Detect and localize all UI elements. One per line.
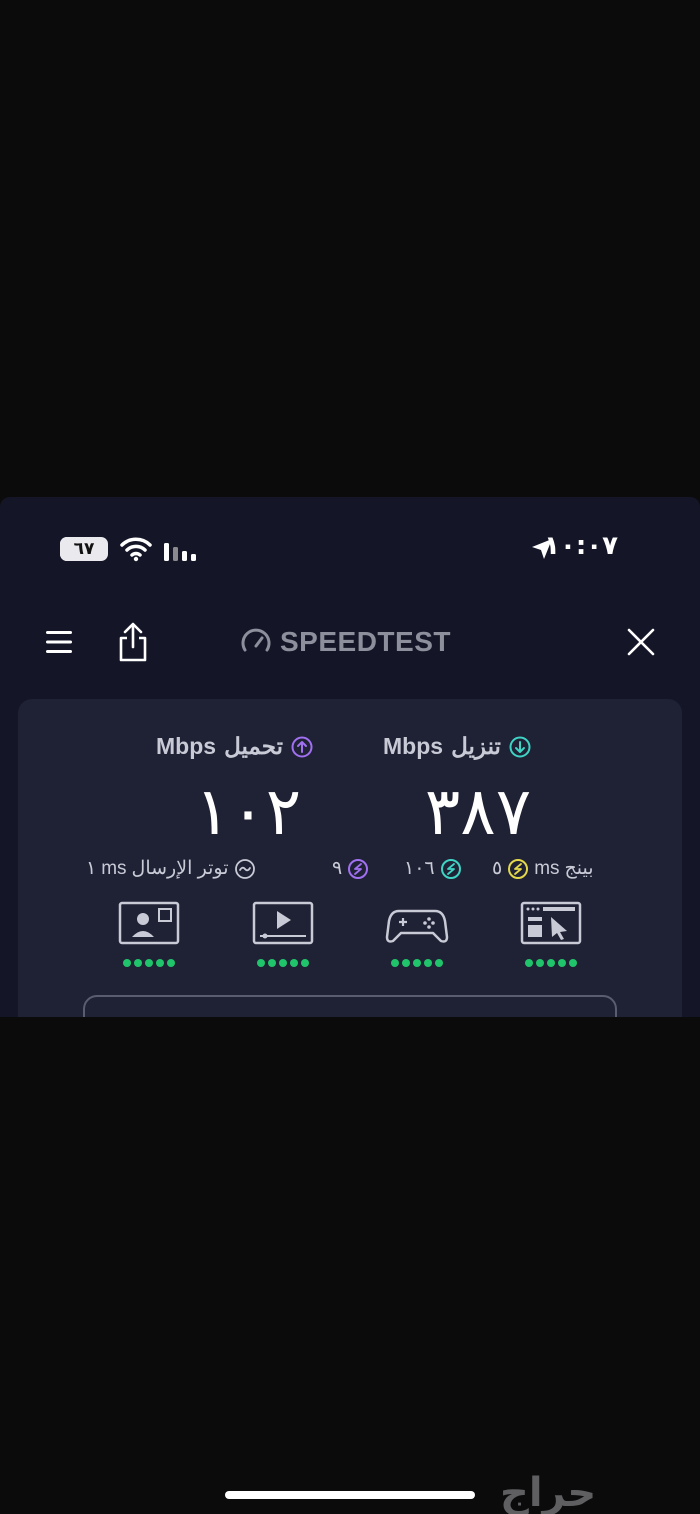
ping-upload-metric: ٩ bbox=[332, 857, 369, 880]
ping-upload-value: ٩ bbox=[332, 858, 343, 879]
status-bar: ٦٧ ١٠:٠٧ bbox=[0, 497, 700, 597]
gaming-rating-dots bbox=[385, 959, 449, 967]
top-bar: SPEEDTEST bbox=[0, 607, 700, 677]
ping-idle-icon bbox=[508, 858, 529, 879]
jitter-value: ١ bbox=[86, 858, 97, 879]
gaming-icon bbox=[385, 909, 449, 943]
video-streaming-rating[interactable] bbox=[251, 899, 315, 967]
app-screenshot: ٦٧ ١٠:٠٧ SPEEDTEST Mbps تحميل Mbps تنزيل… bbox=[0, 497, 700, 1017]
jitter-metric: ١ ms توتر الإرسال bbox=[86, 857, 256, 880]
gaming-rating[interactable] bbox=[385, 899, 449, 967]
ping-label: بينج bbox=[564, 858, 594, 879]
close-icon[interactable] bbox=[624, 625, 658, 659]
jitter-icon bbox=[234, 858, 255, 879]
watermark-logo: حراج bbox=[500, 1470, 597, 1514]
upload-label: Mbps تحميل bbox=[156, 733, 313, 760]
video-call-icon bbox=[118, 901, 180, 945]
ping-download-metric: ١٠٦ bbox=[404, 857, 462, 880]
status-time: ١٠:٠٧ bbox=[544, 531, 618, 561]
home-indicator[interactable] bbox=[225, 1491, 475, 1499]
upload-speed-value: ١٠٢ bbox=[194, 773, 302, 850]
video-call-rating[interactable] bbox=[117, 899, 181, 967]
wifi-icon bbox=[120, 537, 152, 562]
download-label: Mbps تنزيل bbox=[383, 733, 531, 760]
download-speed-value: ٣٨٧ bbox=[424, 773, 532, 850]
menu-icon[interactable] bbox=[42, 625, 76, 659]
battery-icon: ٦٧ bbox=[60, 537, 108, 561]
battery-level: ٦٧ bbox=[73, 539, 95, 559]
web-browsing-icon bbox=[520, 901, 582, 945]
arrow-down-circle-icon bbox=[509, 736, 531, 757]
jitter-unit: ms bbox=[101, 857, 127, 879]
share-icon[interactable] bbox=[116, 621, 150, 663]
upload-label-text: تحميل bbox=[224, 733, 283, 759]
quality-ratings bbox=[18, 899, 682, 979]
ping-download-value: ١٠٦ bbox=[404, 858, 435, 879]
ping-idle-metric: ٥ ms بينج bbox=[492, 857, 594, 880]
download-unit: Mbps bbox=[383, 733, 444, 759]
results-card: Mbps تحميل Mbps تنزيل ١٠٢ ٣٨٧ ١ ms توتر … bbox=[18, 699, 682, 1017]
arrow-up-circle-icon bbox=[291, 736, 313, 757]
download-label-text: تنزيل bbox=[451, 733, 501, 759]
jitter-label: توتر الإرسال bbox=[131, 858, 229, 879]
video-streaming-icon bbox=[252, 901, 314, 945]
results-panel-outline[interactable] bbox=[83, 995, 617, 1017]
video-call-rating-dots bbox=[117, 959, 181, 967]
ping-upload-icon bbox=[348, 858, 369, 879]
ping-unit: ms bbox=[534, 857, 560, 879]
ping-download-icon bbox=[440, 858, 461, 879]
upload-unit: Mbps bbox=[156, 733, 217, 759]
web-browsing-rating[interactable] bbox=[519, 899, 583, 967]
ping-idle-value: ٥ bbox=[492, 858, 503, 879]
brand-name: SPEEDTEST bbox=[280, 626, 451, 657]
web-browsing-rating-dots bbox=[519, 959, 583, 967]
speedometer-icon bbox=[241, 628, 271, 652]
brand-logo: SPEEDTEST bbox=[240, 625, 451, 659]
cellular-signal-icon bbox=[164, 543, 196, 561]
video-streaming-rating-dots bbox=[251, 959, 315, 967]
latency-metrics: ١ ms توتر الإرسال ٩ ١٠٦ ٥ ms بينج bbox=[18, 857, 682, 887]
